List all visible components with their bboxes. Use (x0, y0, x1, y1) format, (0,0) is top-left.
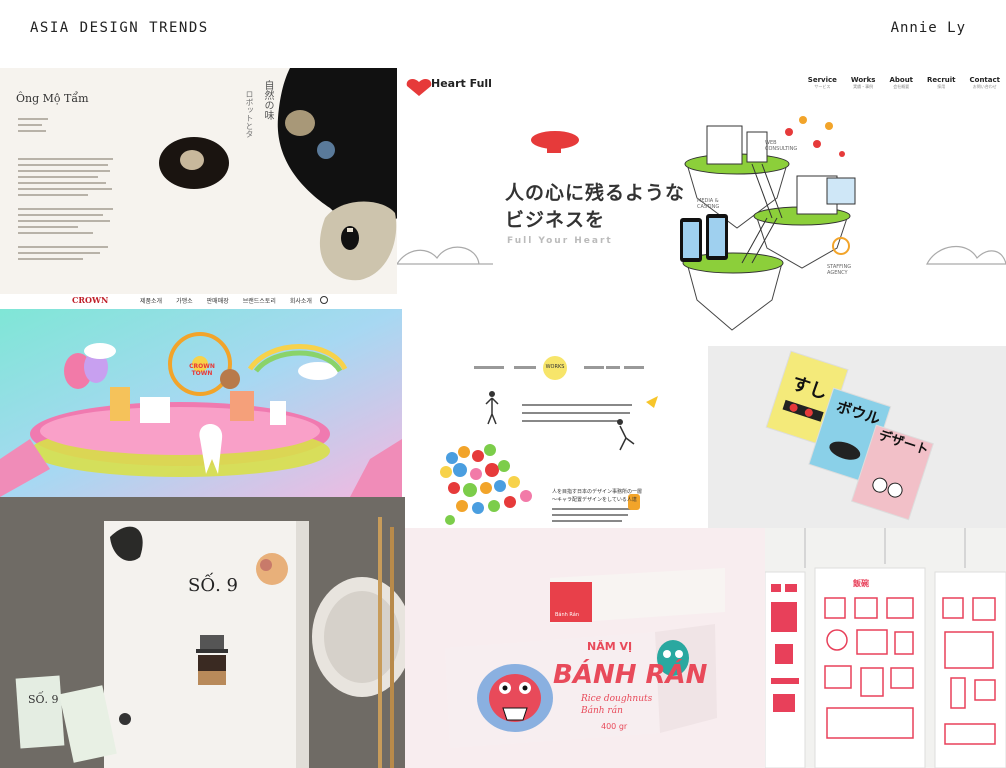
tile-crown-nav: CROWN 제품소개 가맹소 판매매장 브랜드스토리 회사소개 (0, 294, 397, 309)
posters-illustration (765, 528, 1006, 768)
banh-ran-weight: 400 gr (601, 722, 628, 731)
nav-item-works[interactable]: Works 実績・事例 (851, 76, 876, 90)
author-name: Annie Ly (890, 20, 966, 36)
tile-sushi-books[interactable]: すし ボウル デザート (708, 346, 1006, 528)
page-header: ASIA DESIGN TRENDS Annie Ly (0, 0, 1006, 68)
heartfull-tagline: Full Your Heart (507, 236, 613, 246)
illustration-badge[interactable]: WORKS (542, 364, 568, 370)
heartfull-label-staffing: STAFFING AGENCY (827, 264, 852, 276)
crown-nav-item[interactable]: 브랜드스토리 (243, 296, 276, 305)
stones-logo: Ông Mộ Tẩm (16, 92, 89, 105)
crown-nav-item[interactable]: 판매매장 (207, 296, 229, 305)
nav-item-contact[interactable]: Contact お問い合わせ (970, 76, 1001, 90)
illustration-body-a: 人を目指す日本のデザイン事務所の一層 (552, 489, 643, 495)
nav-item-about[interactable]: About 会社概要 (889, 76, 913, 90)
tile-red-posters[interactable]: 飯碗 (765, 528, 1006, 768)
crown-town-illustration (0, 309, 402, 497)
banh-ran-illustration (405, 528, 765, 768)
crown-logo[interactable]: CROWN (72, 295, 108, 305)
so9-illustration (0, 497, 405, 768)
heartfull-headline-b: ビジネスを (505, 209, 606, 231)
banh-ran-sub: Rice doughnuts (581, 694, 653, 704)
so9-number: SỐ. 9 (188, 575, 238, 596)
nav-item-recruit[interactable]: Recruit 採用 (927, 76, 955, 90)
heartfull-brand[interactable]: Heart Full (431, 77, 492, 90)
tile-banh-ran-packaging[interactable]: Bánh Rán NĂM VỊ BÁNH RÁN Rice doughnuts … (405, 528, 765, 768)
sushi-books-illustration (708, 346, 1006, 528)
banh-ran-small-box-label: Bánh Rán (555, 612, 580, 618)
page-title: ASIA DESIGN TRENDS (30, 20, 209, 36)
crown-nav-items: 제품소개 가맹소 판매매장 브랜드스토리 회사소개 (140, 296, 312, 305)
heartfull-label-media: MEDIA & CASTING (697, 198, 720, 210)
tile-crown-town[interactable]: CROWN TOWN (0, 309, 402, 497)
banh-ran-product: BÁNH RÁN (553, 660, 708, 690)
illustration-body-b: 〜キャラ配置デザインをしている人達 (552, 497, 637, 503)
crown-town-sign: CROWN TOWN (189, 363, 215, 377)
banh-ran-sub2: Bánh rán (581, 706, 623, 716)
tile-japanese-stones-site[interactable]: Ông Mộ Tẩm 自然の味 ロボットとタ (0, 68, 397, 294)
banh-ran-brand: NĂM VỊ (587, 640, 633, 653)
heartfull-nav: Service サービス Works 実績・事例 About 会社概要 Recr… (808, 76, 1000, 90)
heartfull-label-web: WEB CONSULTING (765, 140, 798, 152)
crown-nav-item[interactable]: 제품소개 (140, 296, 162, 305)
search-icon[interactable] (320, 296, 328, 304)
nav-item-service[interactable]: Service サービス (808, 76, 837, 90)
so9-card-number: SỐ. 9 (28, 693, 59, 706)
crown-nav-item[interactable]: 회사소개 (290, 296, 312, 305)
tile-heartfull-site[interactable]: Heart Full Service サービス Works 実績・事例 Abou… (397, 68, 1006, 346)
stones-jp-vertical-b: ロボットとタ (245, 90, 254, 138)
tile-japanese-illustration-site[interactable]: WORKS 人を目指す日本のデザイン事務所の一層 〜キャラ配置デザインをしている… (402, 346, 708, 528)
tile-so9-magazine[interactable]: SỐ. 9 SỐ. 9 (0, 497, 405, 768)
poster-title: 飯碗 (853, 579, 869, 588)
crown-nav-item[interactable]: 가맹소 (176, 296, 193, 305)
heartfull-headline-a: 人の心に残るような (505, 182, 686, 204)
stones-jp-vertical-a: 自然の味 (262, 80, 273, 120)
